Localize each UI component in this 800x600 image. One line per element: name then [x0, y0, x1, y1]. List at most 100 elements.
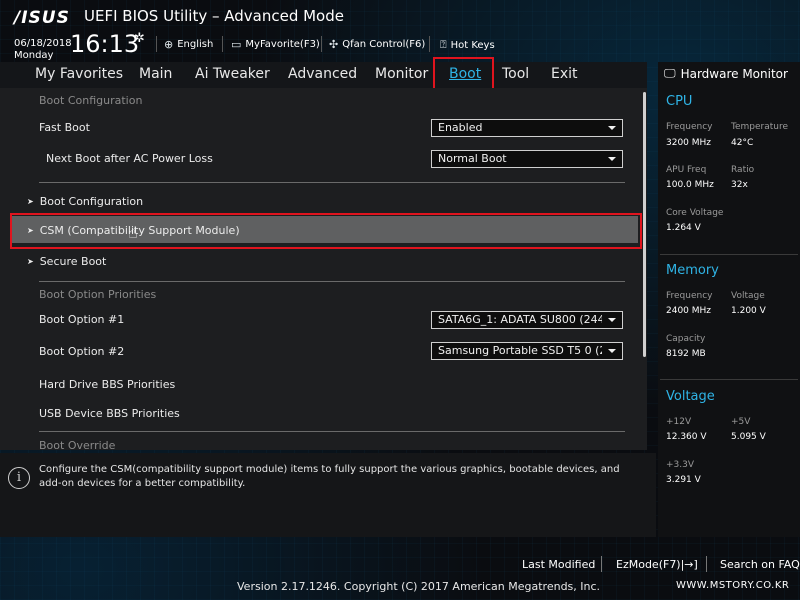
- memory-voltage-value: 1.200 V: [731, 306, 766, 316]
- tab-bar: My Favorites Main Ai Tweaker Advanced Mo…: [0, 62, 647, 88]
- boot-option-2-value: Samsung Portable SSD T5 0 (238: [438, 344, 602, 357]
- submenu-label: Boot Configuration: [39, 195, 144, 208]
- memory-capacity-value: 8192 MB: [666, 349, 706, 359]
- main-panel: [0, 88, 647, 450]
- memory-capacity-label: Capacity: [666, 334, 706, 344]
- date-display: 06/18/2018 Monday: [14, 38, 72, 62]
- version-text: Version 2.17.1246. Copyright (C) 2017 Am…: [237, 580, 601, 593]
- divider: [39, 281, 625, 282]
- tab-my-favorites[interactable]: My Favorites: [35, 66, 123, 82]
- hw-separator: [660, 379, 798, 380]
- v12-value: 12.360 V: [666, 432, 707, 442]
- fast-boot-value: Enabled: [438, 121, 483, 134]
- asus-logo: /ISUS: [14, 8, 70, 28]
- section-header-boot-option-priorities: Boot Option Priorities: [39, 288, 157, 301]
- boot-option-1-select[interactable]: SATA6G_1: ADATA SU800 (2441: [431, 311, 623, 329]
- fast-boot-select[interactable]: Enabled: [431, 119, 623, 137]
- chevron-down-icon: [608, 126, 616, 130]
- section-header-boot-override: Boot Override: [39, 439, 116, 450]
- myfavorite-label: MyFavorite(F3): [245, 39, 320, 50]
- ratio-value: 32x: [731, 180, 748, 190]
- qfan-control-button[interactable]: ✣ Qfan Control(F6): [329, 38, 425, 51]
- monitor-icon: 🖵: [664, 66, 676, 80]
- window-title: UEFI BIOS Utility – Advanced Mode: [84, 7, 344, 25]
- v12-label: +12V: [666, 417, 692, 427]
- globe-icon: ⊕: [164, 38, 174, 51]
- search-on-faq-button[interactable]: Search on FAQ: [720, 558, 800, 571]
- cpu-temperature-value: 42°C: [731, 138, 754, 148]
- memory-frequency-label: Frequency: [666, 291, 713, 301]
- submenu-secure-boot[interactable]: ➤ Secure Boot: [27, 255, 106, 268]
- hardware-monitor-label: Hardware Monitor: [680, 66, 788, 81]
- csm-highlight-box: [10, 213, 642, 249]
- core-voltage-label: Core Voltage: [666, 208, 724, 218]
- header-separator: [156, 36, 157, 52]
- hardware-monitor-title: 🖵 Hardware Monitor: [664, 66, 788, 81]
- submenu-boot-configuration[interactable]: ➤ Boot Configuration: [27, 195, 143, 208]
- myfavorite-button[interactable]: ▭ MyFavorite(F3): [231, 38, 320, 51]
- v33-value: 3.291 V: [666, 475, 701, 485]
- fast-boot-label: Fast Boot: [39, 121, 90, 134]
- hot-keys-button[interactable]: ⍰ Hot Keys: [440, 38, 495, 52]
- tab-exit[interactable]: Exit: [551, 66, 578, 82]
- apu-freq-label: APU Freq: [666, 165, 707, 175]
- hot-keys-label: Hot Keys: [450, 39, 495, 51]
- cpu-frequency-value: 3200 MHz: [666, 138, 712, 148]
- next-boot-label: Next Boot after AC Power Loss: [46, 152, 213, 165]
- memory-frequency-value: 2400 MHz: [666, 306, 712, 316]
- hw-separator: [660, 254, 798, 255]
- fan-icon: ✣: [329, 38, 339, 51]
- tab-advanced[interactable]: Advanced: [288, 66, 357, 82]
- chevron-down-icon: [608, 318, 616, 322]
- submenu-label: Secure Boot: [39, 255, 107, 268]
- language-label: English: [177, 39, 214, 50]
- boot-option-1-value: SATA6G_1: ADATA SU800 (2441: [438, 313, 602, 326]
- day-text: Monday: [14, 50, 54, 61]
- v5-value: 5.095 V: [731, 432, 766, 442]
- watermark: WWW.MSTORY.CO.KR: [676, 580, 790, 591]
- next-boot-value: Normal Boot: [438, 152, 507, 165]
- memory-title: Memory: [666, 263, 719, 278]
- boot-option-2-select[interactable]: Samsung Portable SSD T5 0 (238: [431, 342, 623, 360]
- tab-monitor[interactable]: Monitor: [375, 66, 428, 82]
- ratio-label: Ratio: [731, 165, 755, 175]
- scrollbar[interactable]: [643, 92, 646, 357]
- chevron-down-icon: [608, 157, 616, 161]
- arrow-right-icon: ➤: [27, 197, 34, 206]
- next-boot-select[interactable]: Normal Boot: [431, 150, 623, 168]
- tab-main[interactable]: Main: [139, 66, 172, 82]
- arrow-right-icon: ➤: [27, 257, 34, 266]
- memory-voltage-label: Voltage: [731, 291, 765, 301]
- ezmode-button[interactable]: EzMode(F7)|→]: [616, 558, 698, 571]
- section-header-boot-configuration: Boot Configuration: [39, 94, 143, 107]
- voltage-title: Voltage: [666, 389, 715, 404]
- gear-icon[interactable]: ✲: [134, 31, 145, 46]
- cpu-title: CPU: [666, 94, 693, 109]
- divider: [39, 431, 625, 432]
- divider: [39, 182, 625, 183]
- hard-drive-bbs-priorities[interactable]: Hard Drive BBS Priorities: [39, 378, 175, 391]
- hotkeys-icon: ⍰: [440, 38, 447, 51]
- help-text: Configure the CSM(compatibility support …: [39, 464, 620, 489]
- header: /ISUS UEFI BIOS Utility – Advanced Mode …: [0, 0, 800, 62]
- chevron-down-icon: [608, 349, 616, 353]
- tab-ai-tweaker[interactable]: Ai Tweaker: [195, 66, 270, 82]
- footer-separator: [706, 556, 707, 572]
- tab-tool[interactable]: Tool: [502, 66, 529, 82]
- boot-option-1-label: Boot Option #1: [39, 313, 125, 326]
- clock: 16:13: [70, 30, 140, 58]
- footer-separator: [601, 556, 602, 572]
- boot-option-2-label: Boot Option #2: [39, 345, 125, 358]
- cpu-temperature-label: Temperature: [731, 122, 789, 132]
- info-icon: i: [8, 467, 30, 489]
- date-text: 06/18/2018: [14, 38, 72, 49]
- hand-cursor-icon: ☝: [128, 223, 138, 242]
- apu-freq-value: 100.0 MHz: [666, 180, 714, 190]
- last-modified-button[interactable]: Last Modified: [522, 558, 595, 571]
- language-button[interactable]: ⊕ English: [164, 38, 213, 51]
- header-separator: [429, 36, 430, 52]
- qfan-control-label: Qfan Control(F6): [342, 39, 426, 50]
- header-separator: [222, 36, 223, 52]
- cpu-frequency-label: Frequency: [666, 122, 713, 132]
- usb-device-bbs-priorities[interactable]: USB Device BBS Priorities: [39, 407, 180, 420]
